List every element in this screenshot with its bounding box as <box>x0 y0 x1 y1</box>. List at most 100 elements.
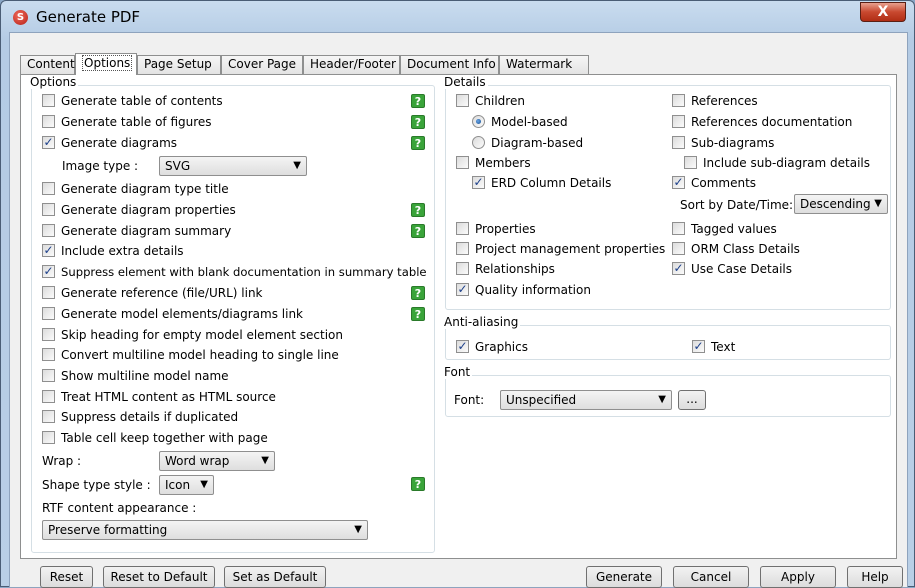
help-icon[interactable]: ? <box>411 286 425 300</box>
checkbox[interactable] <box>684 156 697 169</box>
tab-header-footer[interactable]: Header/Footer <box>303 55 400 74</box>
help-icon[interactable]: ? <box>411 94 425 108</box>
checkbox-checked[interactable]: ✓ <box>692 340 705 353</box>
checkbox[interactable] <box>456 94 469 107</box>
help-button[interactable]: Help <box>847 566 903 588</box>
option-skip-heading[interactable]: Skip heading for empty model element sec… <box>42 326 343 344</box>
checkbox-checked[interactable]: ✓ <box>42 265 55 278</box>
option-diagram-type-title[interactable]: Generate diagram type title <box>42 180 229 198</box>
radio[interactable] <box>472 136 485 149</box>
antialias-graphics[interactable]: ✓ Graphics <box>456 338 528 356</box>
checkbox-checked[interactable]: ✓ <box>42 136 55 149</box>
checkbox-checked[interactable]: ✓ <box>456 283 469 296</box>
checkbox-checked[interactable]: ✓ <box>472 176 485 189</box>
option-suppress-duplicated[interactable]: Suppress details if duplicated <box>42 408 238 426</box>
checkbox[interactable] <box>42 328 55 341</box>
checkbox[interactable] <box>456 242 469 255</box>
rtf-content-select[interactable]: Preserve formatting ▼ <box>42 520 368 540</box>
option-show-multiline-name[interactable]: Show multiline model name <box>42 367 229 385</box>
close-button[interactable]: X <box>860 2 906 22</box>
checkbox[interactable] <box>42 224 55 237</box>
image-type-select[interactable]: SVG ▼ <box>159 156 307 176</box>
option-table-of-contents[interactable]: Generate table of contents <box>42 92 223 110</box>
detail-references[interactable]: References <box>672 92 758 110</box>
font-select[interactable]: Unspecified ▼ <box>500 390 672 410</box>
detail-include-sub[interactable]: Include sub-diagram details <box>684 154 870 172</box>
checkbox[interactable] <box>42 115 55 128</box>
detail-properties[interactable]: Properties <box>456 220 536 238</box>
detail-relationships[interactable]: Relationships <box>456 260 555 278</box>
tab-options[interactable]: Options <box>75 53 137 75</box>
help-icon[interactable]: ? <box>411 224 425 238</box>
option-generate-diagrams[interactable]: ✓ Generate diagrams <box>42 134 177 152</box>
detail-tagged-values[interactable]: Tagged values <box>672 220 777 238</box>
detail-pm-properties[interactable]: Project management properties <box>456 240 665 258</box>
detail-references-doc[interactable]: References documentation <box>672 113 852 131</box>
tab-document-info[interactable]: Document Info <box>400 55 499 74</box>
option-diagram-properties[interactable]: Generate diagram properties <box>42 201 236 219</box>
detail-use-case[interactable]: ✓ Use Case Details <box>672 260 792 278</box>
checkbox[interactable] <box>42 390 55 403</box>
checkbox[interactable] <box>42 307 55 320</box>
help-icon[interactable]: ? <box>411 307 425 321</box>
checkbox[interactable] <box>456 262 469 275</box>
checkbox[interactable] <box>42 348 55 361</box>
checkbox-checked[interactable]: ✓ <box>456 340 469 353</box>
checkbox[interactable] <box>42 410 55 423</box>
font-browse-button[interactable]: ... <box>678 390 706 410</box>
checkbox[interactable] <box>672 94 685 107</box>
option-reference-link[interactable]: Generate reference (file/URL) link <box>42 284 263 302</box>
checkbox[interactable] <box>42 94 55 107</box>
tab-page-setup[interactable]: Page Setup <box>137 55 221 74</box>
detail-model-based[interactable]: Model-based <box>472 113 568 131</box>
tab-cover-page[interactable]: Cover Page <box>221 55 303 74</box>
sort-select[interactable]: Descending ▼ <box>794 194 888 214</box>
detail-quality[interactable]: ✓ Quality information <box>456 281 591 299</box>
checkbox[interactable] <box>42 203 55 216</box>
help-icon[interactable]: ? <box>411 477 425 491</box>
checkbox[interactable] <box>456 222 469 235</box>
detail-children[interactable]: Children <box>456 92 525 110</box>
checkbox[interactable] <box>672 115 685 128</box>
checkbox-checked[interactable]: ✓ <box>672 262 685 275</box>
detail-erd-column[interactable]: ✓ ERD Column Details <box>472 174 611 192</box>
checkbox[interactable] <box>42 286 55 299</box>
option-include-extra-details[interactable]: ✓ Include extra details <box>42 242 184 260</box>
option-convert-multiline[interactable]: Convert multiline model heading to singl… <box>42 346 339 364</box>
checkbox[interactable] <box>42 369 55 382</box>
apply-button[interactable]: Apply <box>760 566 836 588</box>
help-icon[interactable]: ? <box>411 115 425 129</box>
tab-watermark[interactable]: Watermark <box>499 55 589 74</box>
antialias-text[interactable]: ✓ Text <box>692 338 735 356</box>
wrap-select[interactable]: Word wrap ▼ <box>159 451 275 471</box>
detail-members[interactable]: Members <box>456 154 531 172</box>
checkbox[interactable] <box>672 222 685 235</box>
generate-button[interactable]: Generate <box>586 566 662 588</box>
checkbox[interactable] <box>456 156 469 169</box>
reset-button[interactable]: Reset <box>40 566 93 588</box>
cancel-button[interactable]: Cancel <box>673 566 749 588</box>
option-diagram-summary[interactable]: Generate diagram summary <box>42 222 231 240</box>
option-model-elements-link[interactable]: Generate model elements/diagrams link <box>42 305 303 323</box>
option-treat-html[interactable]: Treat HTML content as HTML source <box>42 388 276 406</box>
checkbox[interactable] <box>672 136 685 149</box>
option-suppress-blank-doc[interactable]: ✓ Suppress element with blank documentati… <box>42 263 427 281</box>
radio-selected[interactable] <box>472 115 485 128</box>
set-as-default-button[interactable]: Set as Default <box>224 566 326 588</box>
detail-orm-class[interactable]: ORM Class Details <box>672 240 800 258</box>
tab-content[interactable]: Content <box>20 55 75 74</box>
detail-diagram-based[interactable]: Diagram-based <box>472 134 583 152</box>
help-icon[interactable]: ? <box>411 203 425 217</box>
reset-to-default-button[interactable]: Reset to Default <box>103 566 215 588</box>
checkbox-checked[interactable]: ✓ <box>672 176 685 189</box>
shape-type-select[interactable]: Icon ▼ <box>159 475 214 495</box>
checkbox[interactable] <box>42 182 55 195</box>
checkbox[interactable] <box>42 431 55 444</box>
checkbox-checked[interactable]: ✓ <box>42 244 55 257</box>
help-icon[interactable]: ? <box>411 136 425 150</box>
option-table-of-figures[interactable]: Generate table of figures <box>42 113 212 131</box>
option-table-cell-keep[interactable]: Table cell keep together with page <box>42 429 268 447</box>
detail-comments[interactable]: ✓ Comments <box>672 174 756 192</box>
detail-sub-diagrams[interactable]: Sub-diagrams <box>672 134 774 152</box>
checkbox[interactable] <box>672 242 685 255</box>
